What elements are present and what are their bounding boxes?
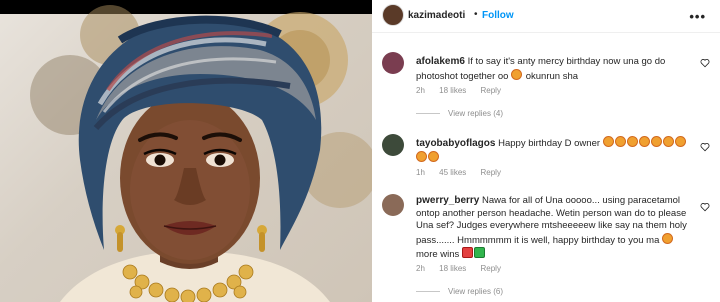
heart-eyes-emoji-icon [428,150,439,162]
comment-time[interactable]: 2h [416,86,425,95]
comment-text-block: pwerry_berry Nawa for all of Una ooooo..… [416,195,696,262]
view-replies-label: View replies (4) [448,109,503,118]
post-header: kazimadeoti • Follow ••• [372,0,720,33]
commenter-username[interactable]: tayobabyoflagos [416,138,495,149]
comment-likes[interactable]: 18 likes [439,86,466,95]
comment-body-tail: more wins [416,249,460,260]
heart-icon[interactable] [700,58,710,68]
heart-eyes-emoji-icon [626,136,638,147]
comment-body-tail: okunrun sha [525,70,579,82]
comment-item: pwerry_berry Nawa for all of Una ooooo..… [372,190,720,302]
follow-button[interactable]: Follow [482,10,514,21]
commenter-avatar[interactable] [382,52,404,74]
comment-item: afolakem6 If to say it's anty mercy birt… [372,44,720,120]
heart-eyes-emoji-icon [662,136,674,147]
laughing-emoji-icon [511,68,523,80]
heart-icon[interactable] [700,202,710,212]
comment-text-block: tayobabyoflagos Happy birthday D owner [416,136,696,165]
commenter-username[interactable]: afolakem6 [416,56,465,67]
heart-eyes-emoji-icon [650,136,662,147]
heart-eyes-emoji-icon [614,136,626,147]
heart-icon[interactable] [700,142,710,152]
comment-likes[interactable]: 18 likes [439,264,466,273]
reply-button[interactable]: Reply [481,168,501,177]
post-photo[interactable] [0,0,372,302]
comment-meta: 1h 45 likes Reply [416,168,513,177]
view-replies-line [416,291,440,293]
heart-eyes-emoji-icon [638,136,650,147]
reply-button[interactable]: Reply [481,86,501,95]
gift-emoji-icon [461,247,473,258]
comment-item: tayobabyoflagos Happy birthday D owner 1… [372,130,720,182]
commenter-avatar[interactable] [382,194,404,216]
comments-panel: kazimadeoti • Follow ••• afolakem6 If to… [372,0,720,302]
view-replies-label: View replies (6) [448,287,503,296]
heart-eyes-emoji-icon [602,136,614,147]
instagram-post-view: kazimadeoti • Follow ••• afolakem6 If to… [0,0,720,302]
comment-time[interactable]: 1h [416,168,425,177]
poster-avatar[interactable] [382,4,404,26]
heart-eyes-emoji-icon [674,136,686,147]
comment-meta: 2h 18 likes Reply [416,86,513,95]
portrait-image [30,5,372,302]
check-mark-emoji-icon [473,247,485,258]
comment-body: Happy birthday D owner [498,138,601,149]
comment-meta: 2h 18 likes Reply [416,264,513,273]
comment-text-block: afolakem6 If to say it's anty mercy birt… [416,56,696,83]
view-replies-line [416,113,440,115]
commenter-username[interactable]: pwerry_berry [416,195,479,206]
reply-button[interactable]: Reply [481,264,501,273]
comment-likes[interactable]: 45 likes [439,168,466,177]
poster-username[interactable]: kazimadeoti [408,10,465,21]
view-replies-button[interactable]: View replies (4) [416,109,503,118]
laughing-emoji-icon [662,232,674,244]
comment-time[interactable]: 2h [416,264,425,273]
commenter-avatar[interactable] [382,134,404,156]
header-separator: • [474,9,478,20]
view-replies-button[interactable]: View replies (6) [416,287,503,296]
more-dots-icon[interactable]: ••• [689,9,706,24]
heart-eyes-emoji-icon [416,150,427,162]
